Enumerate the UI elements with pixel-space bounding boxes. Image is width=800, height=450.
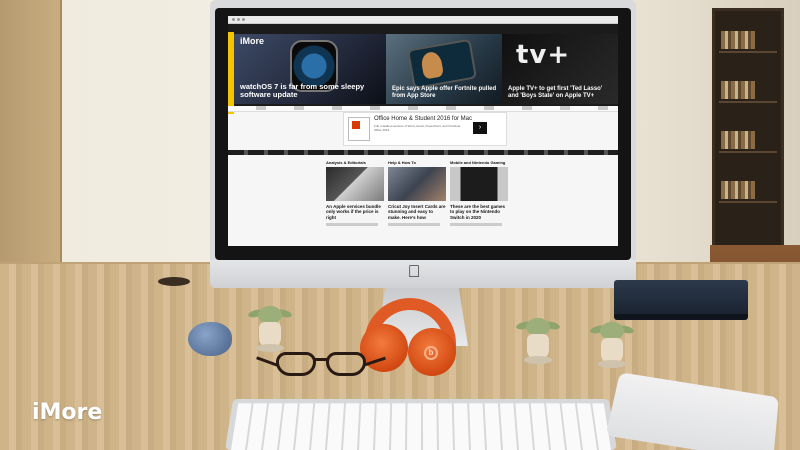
clay-figurine <box>188 322 232 356</box>
baby-yoda-figurine <box>247 306 293 352</box>
hero-banner: watchOS 7 is far from some sleepy softwa… <box>228 24 618 114</box>
hero-story-2-caption: Epic says Apple offer Fortnite pulled fr… <box>392 86 497 100</box>
article-headline[interactable]: These are the best games to play on the … <box>450 204 508 220</box>
article-headline[interactable]: Cricut Joy Insert Cards are stunning and… <box>388 204 446 220</box>
section-bar-links[interactable] <box>228 150 618 155</box>
beats-logo-icon: b <box>424 346 438 360</box>
baby-yoda-figurine <box>589 322 635 368</box>
article-column-1[interactable]: Analysis & Editorials An Apple services … <box>326 160 384 245</box>
column-heading: Mobile and Nintendo Gaming <box>450 160 506 165</box>
article-column-2[interactable]: Help & How To Cricut Joy Insert Cards ar… <box>388 160 446 245</box>
ad-banner[interactable]: Office Home & Student 2016 for Mac Full,… <box>343 112 507 146</box>
hero-story-2[interactable]: Epic says Apple offer Fortnite pulled fr… <box>386 34 502 104</box>
hero-story-3-caption: Apple TV+ to get first 'Ted Lasso' and '… <box>508 86 603 100</box>
article-image <box>450 167 508 201</box>
browser-toolbar <box>228 16 618 24</box>
eyeglasses <box>256 350 386 388</box>
thunderbolt-dock <box>614 280 748 320</box>
article-headline[interactable]: An Apple services bundle only works if t… <box>326 204 384 220</box>
section-bar <box>228 150 618 155</box>
article-image <box>326 167 384 201</box>
article-column-3[interactable]: Mobile and Nintendo Gaming These are the… <box>450 160 508 245</box>
column-heading: Help & How To <box>388 160 416 165</box>
imac-screen: watchOS 7 is far from some sleepy softwa… <box>228 16 618 246</box>
door <box>0 0 62 295</box>
ad-title: Office Home & Student 2016 for Mac <box>374 116 472 122</box>
site-logo[interactable]: iMore <box>240 36 264 46</box>
apple-logo-icon:  <box>404 262 424 282</box>
hero-story-3[interactable]: tv+ Apple TV+ to get first 'Ted Lasso' a… <box>502 34 618 104</box>
ad-arrow-button[interactable]: › <box>473 122 487 134</box>
baby-yoda-figurine <box>515 318 561 364</box>
desk-cable-hole <box>158 277 190 286</box>
bookshelf <box>712 8 784 253</box>
ad-subtitle: Full, installed versions of Word, Excel,… <box>374 124 462 132</box>
office-icon <box>348 117 370 141</box>
column-heading: Analysis & Editorials <box>326 160 366 165</box>
article-image <box>388 167 446 201</box>
site-nav-links[interactable] <box>228 106 618 110</box>
apple-tv-plus-logo: tv+ <box>516 40 571 70</box>
keyboard-keys <box>231 403 611 450</box>
hero-story-1-caption: watchOS 7 is far from some sleepy softwa… <box>240 81 365 100</box>
magic-keyboard <box>225 398 617 450</box>
imore-watermark: iMore <box>32 400 103 425</box>
